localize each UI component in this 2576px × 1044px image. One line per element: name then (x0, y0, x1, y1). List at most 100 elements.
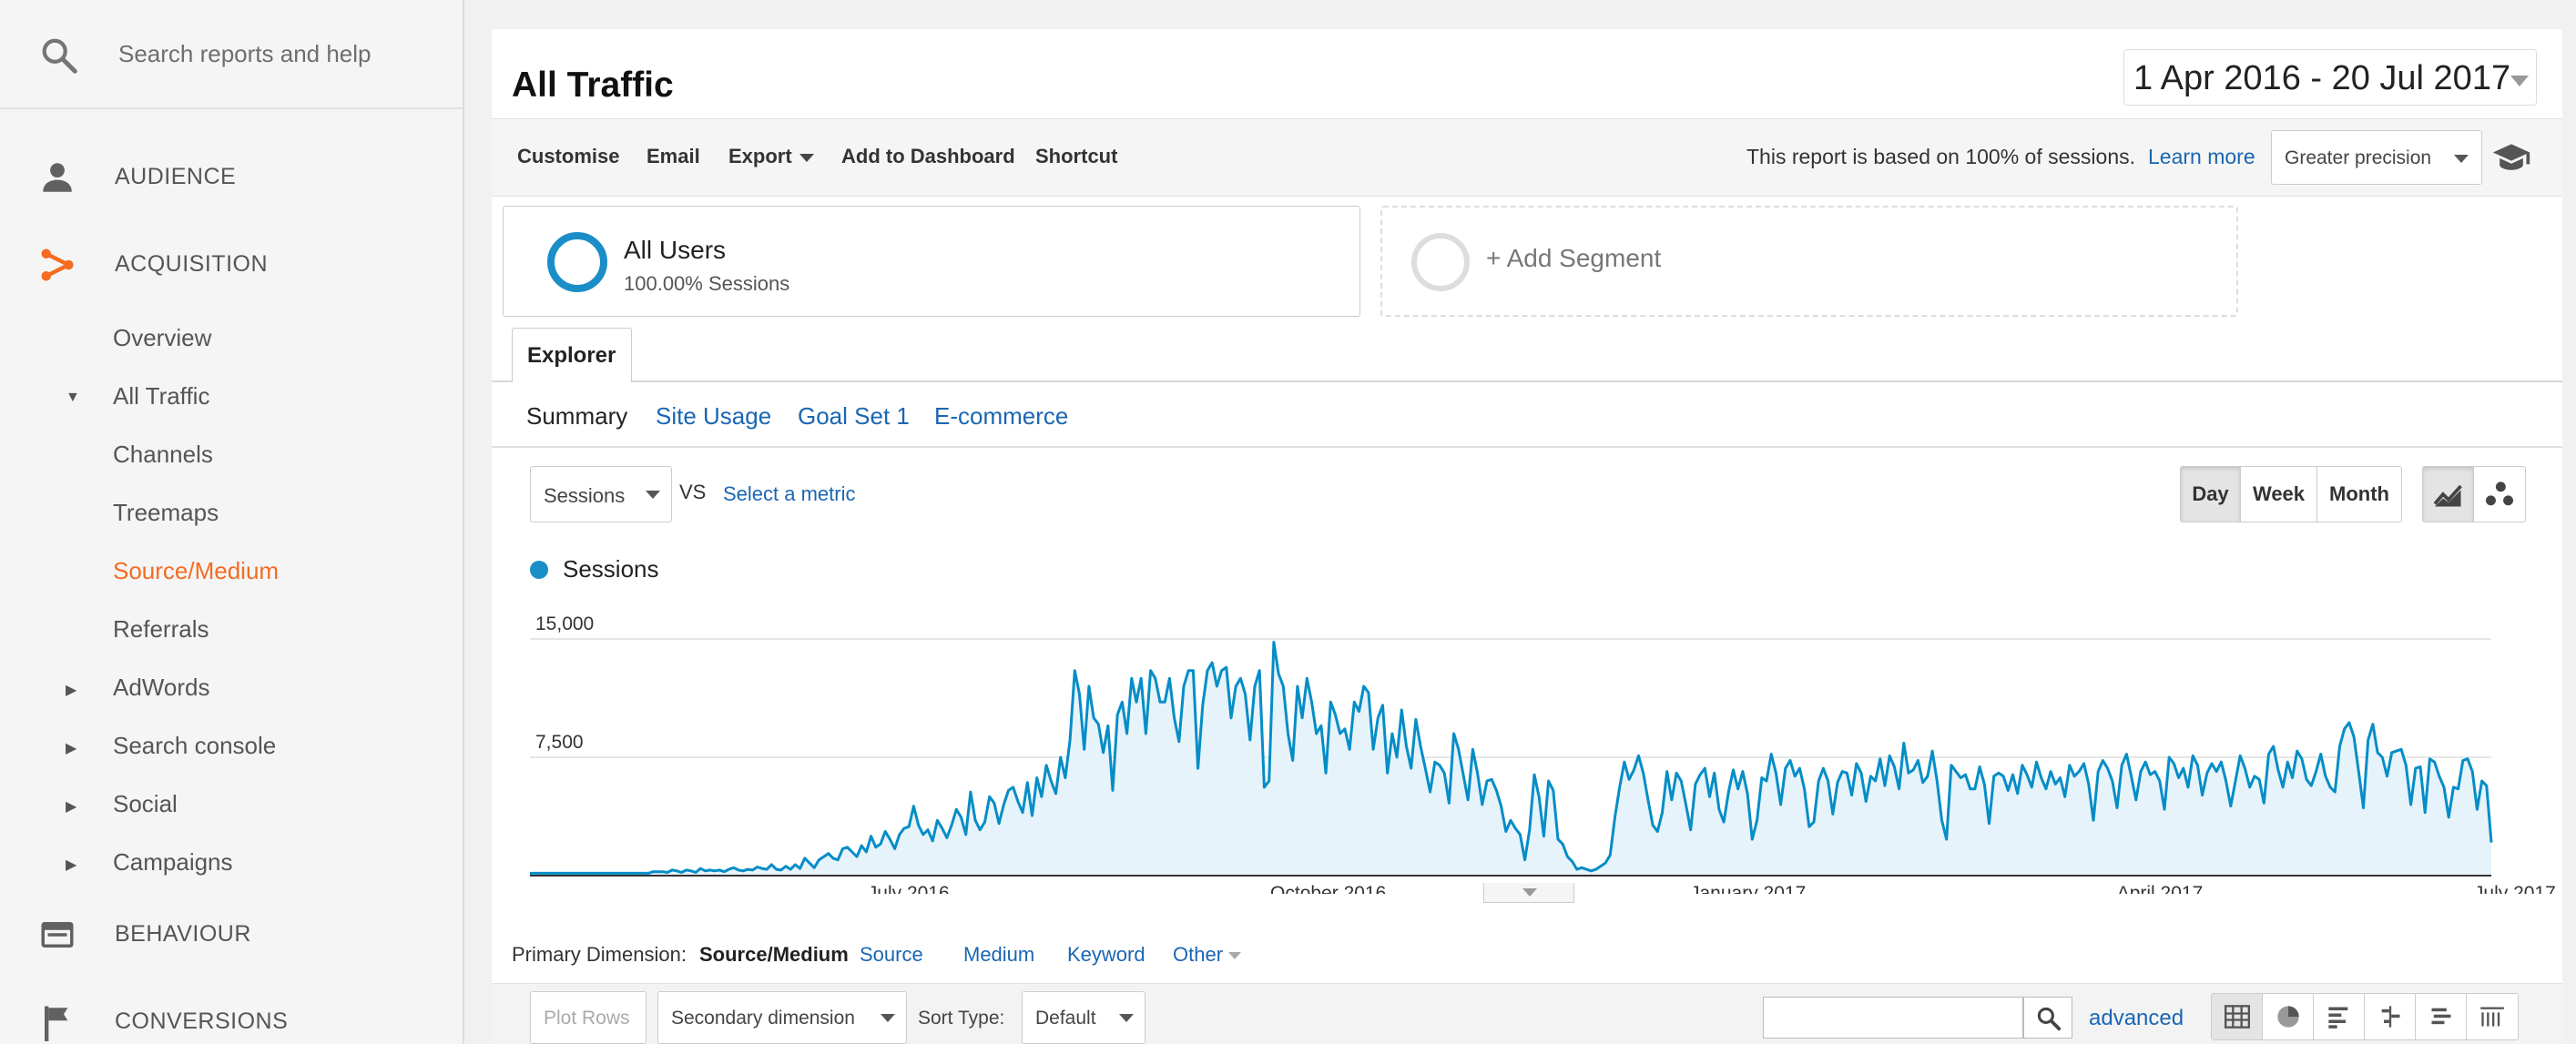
pie-chart-icon (2276, 1006, 2299, 1028)
sort-type-select[interactable]: Default (1022, 991, 1145, 1044)
grid-icon (2224, 1005, 2250, 1029)
data-table-view-button[interactable] (2212, 994, 2263, 1039)
term-cloud-view-button[interactable] (2416, 994, 2467, 1039)
sidebar-item-label: Source/Medium (113, 557, 280, 584)
pivot-view-button[interactable] (2467, 994, 2518, 1039)
tab-label: Explorer (527, 343, 616, 368)
analytics-page: Search reports and help AUDIENCE ACQUISI… (0, 0, 2576, 1044)
report-panel: All Traffic 1 Apr 2016 - 20 Jul 2017 Cus… (492, 29, 2562, 1044)
segment-name: All Users (624, 236, 727, 264)
bubble-chart-icon (2486, 481, 2513, 506)
email-button[interactable]: Email (647, 145, 700, 168)
table-search-input[interactable] (1763, 997, 2023, 1039)
sort-type-value: Default (1035, 1008, 1096, 1029)
dimension-medium-link[interactable]: Medium (963, 943, 1034, 967)
shortcut-button[interactable]: Shortcut (1035, 145, 1117, 168)
sidebar-section-label: AUDIENCE (115, 164, 237, 189)
sidebar-item-search-console[interactable]: ▶ Search console (0, 717, 463, 772)
search-icon (2037, 1007, 2062, 1031)
sidebar: Search reports and help AUDIENCE ACQUISI… (0, 0, 464, 1044)
subtab-site-usage[interactable]: Site Usage (656, 402, 771, 431)
sidebar-item-campaigns[interactable]: ▶ Campaigns (0, 834, 463, 888)
sidebar-item-label: Campaigns (113, 848, 233, 876)
collapsed-caret-icon: ▶ (66, 741, 77, 756)
sidebar-section-audience[interactable]: AUDIENCE (0, 140, 463, 213)
sidebar-item-channels[interactable]: Channels (0, 426, 463, 481)
granularity-month-button[interactable]: Month (2317, 467, 2401, 522)
learn-more-link[interactable]: Learn more (2148, 145, 2255, 169)
sessions-chart[interactable]: 15,000 7,500 July 2016 October 2016 January … (492, 584, 2562, 894)
collapsed-caret-icon: ▶ (66, 683, 77, 698)
add-segment-button[interactable]: + Add Segment (1380, 206, 2238, 317)
sidebar-section-behaviour[interactable]: BEHAVIOUR (0, 897, 463, 970)
chevron-down-icon (646, 491, 660, 499)
pivot-icon (2480, 1007, 2504, 1027)
plot-rows-label: Plot Rows (544, 1008, 630, 1029)
percentage-view-button[interactable] (2263, 994, 2314, 1039)
customise-button[interactable]: Customise (517, 145, 619, 168)
sidebar-item-label: Referrals (113, 615, 209, 643)
sidebar-item-treemaps[interactable]: Treemaps (0, 484, 463, 539)
subtab-summary[interactable]: Summary (526, 402, 627, 431)
chart-collapse-handle[interactable] (1483, 883, 1574, 903)
granularity-toggle: Day Week Month (2180, 466, 2402, 522)
chevron-down-icon (2510, 76, 2529, 86)
vs-label: VS (679, 481, 707, 503)
table-search-button[interactable] (2023, 997, 2072, 1039)
sidebar-item-all-traffic[interactable]: ▼ All Traffic (0, 368, 463, 422)
sidebar-item-overview[interactable]: Overview (0, 309, 463, 364)
line-chart-button[interactable] (2423, 467, 2474, 522)
x-axis-tick-label: July 2016 (868, 883, 950, 894)
flag-icon (45, 1006, 68, 1041)
chevron-down-icon (1522, 888, 1537, 897)
granularity-day-button[interactable]: Day (2181, 467, 2241, 522)
export-label: Export (728, 145, 792, 167)
tab-explorer[interactable]: Explorer (512, 328, 632, 382)
sidebar-item-label: AdWords (113, 674, 210, 701)
date-range-picker[interactable]: 1 Apr 2016 - 20 Jul 2017 (2123, 49, 2537, 106)
performance-view-button[interactable] (2314, 994, 2365, 1039)
select-metric-link[interactable]: Select a metric (723, 482, 856, 506)
metric-value: Sessions (544, 484, 626, 507)
acquisition-icon (41, 248, 74, 281)
segment-all-users[interactable]: All Users 100.00% Sessions (503, 206, 1360, 317)
sidebar-section-acquisition[interactable]: ACQUISITION (0, 228, 463, 300)
metric-select[interactable]: Sessions (530, 466, 672, 522)
sidebar-search[interactable]: Search reports and help (0, 0, 463, 109)
search-placeholder: Search reports and help (118, 40, 372, 67)
sampling-note: This report is based on 100% of sessions… (1746, 145, 2136, 168)
dimension-source-link[interactable]: Source (860, 943, 923, 967)
term-cloud-icon (2431, 1008, 2450, 1025)
add-to-dashboard-button[interactable]: Add to Dashboard (841, 145, 1015, 168)
sidebar-item-label: Channels (113, 441, 213, 468)
sidebar-item-referrals[interactable]: Referrals (0, 601, 463, 655)
subtab-e-commerce[interactable]: E-commerce (934, 402, 1068, 431)
motion-chart-button[interactable] (2474, 467, 2525, 522)
advanced-filter-link[interactable]: advanced (2089, 1006, 2184, 1031)
precision-select[interactable]: Greater precision (2271, 130, 2482, 185)
secondary-dimension-label: Secondary dimension (671, 1008, 855, 1029)
chevron-down-icon (2454, 155, 2469, 163)
sidebar-section-conversions[interactable]: CONVERSIONS (0, 985, 463, 1044)
precision-value: Greater precision (2285, 147, 2432, 168)
dimension-keyword-link[interactable]: Keyword (1067, 943, 1145, 967)
chevron-down-icon (799, 153, 814, 162)
report-toolbar: Customise Email Export Add to Dashboard … (492, 118, 2562, 197)
sidebar-item-label: Treemaps (113, 499, 219, 526)
segment-sessions: 100.00% Sessions (624, 272, 790, 295)
secondary-dimension-select[interactable]: Secondary dimension (657, 991, 907, 1044)
export-button[interactable]: Export (728, 145, 814, 168)
sidebar-item-adwords[interactable]: ▶ AdWords (0, 659, 463, 714)
add-segment-label: + Add Segment (1486, 244, 1662, 272)
sidebar-item-source-medium[interactable]: Source/Medium (0, 542, 463, 597)
line-chart-icon (2433, 484, 2462, 507)
graduation-cap-icon[interactable] (2491, 137, 2531, 177)
granularity-week-button[interactable]: Week (2241, 467, 2317, 522)
collapsed-caret-icon: ▶ (66, 857, 77, 873)
dimension-other-link[interactable]: Other (1173, 943, 1242, 967)
series-legend-dot (530, 561, 548, 579)
plot-rows-button[interactable]: Plot Rows (530, 991, 647, 1044)
comparison-view-button[interactable] (2365, 994, 2416, 1039)
sidebar-item-social[interactable]: ▶ Social (0, 775, 463, 830)
subtab-goal-set-1[interactable]: Goal Set 1 (798, 402, 910, 431)
